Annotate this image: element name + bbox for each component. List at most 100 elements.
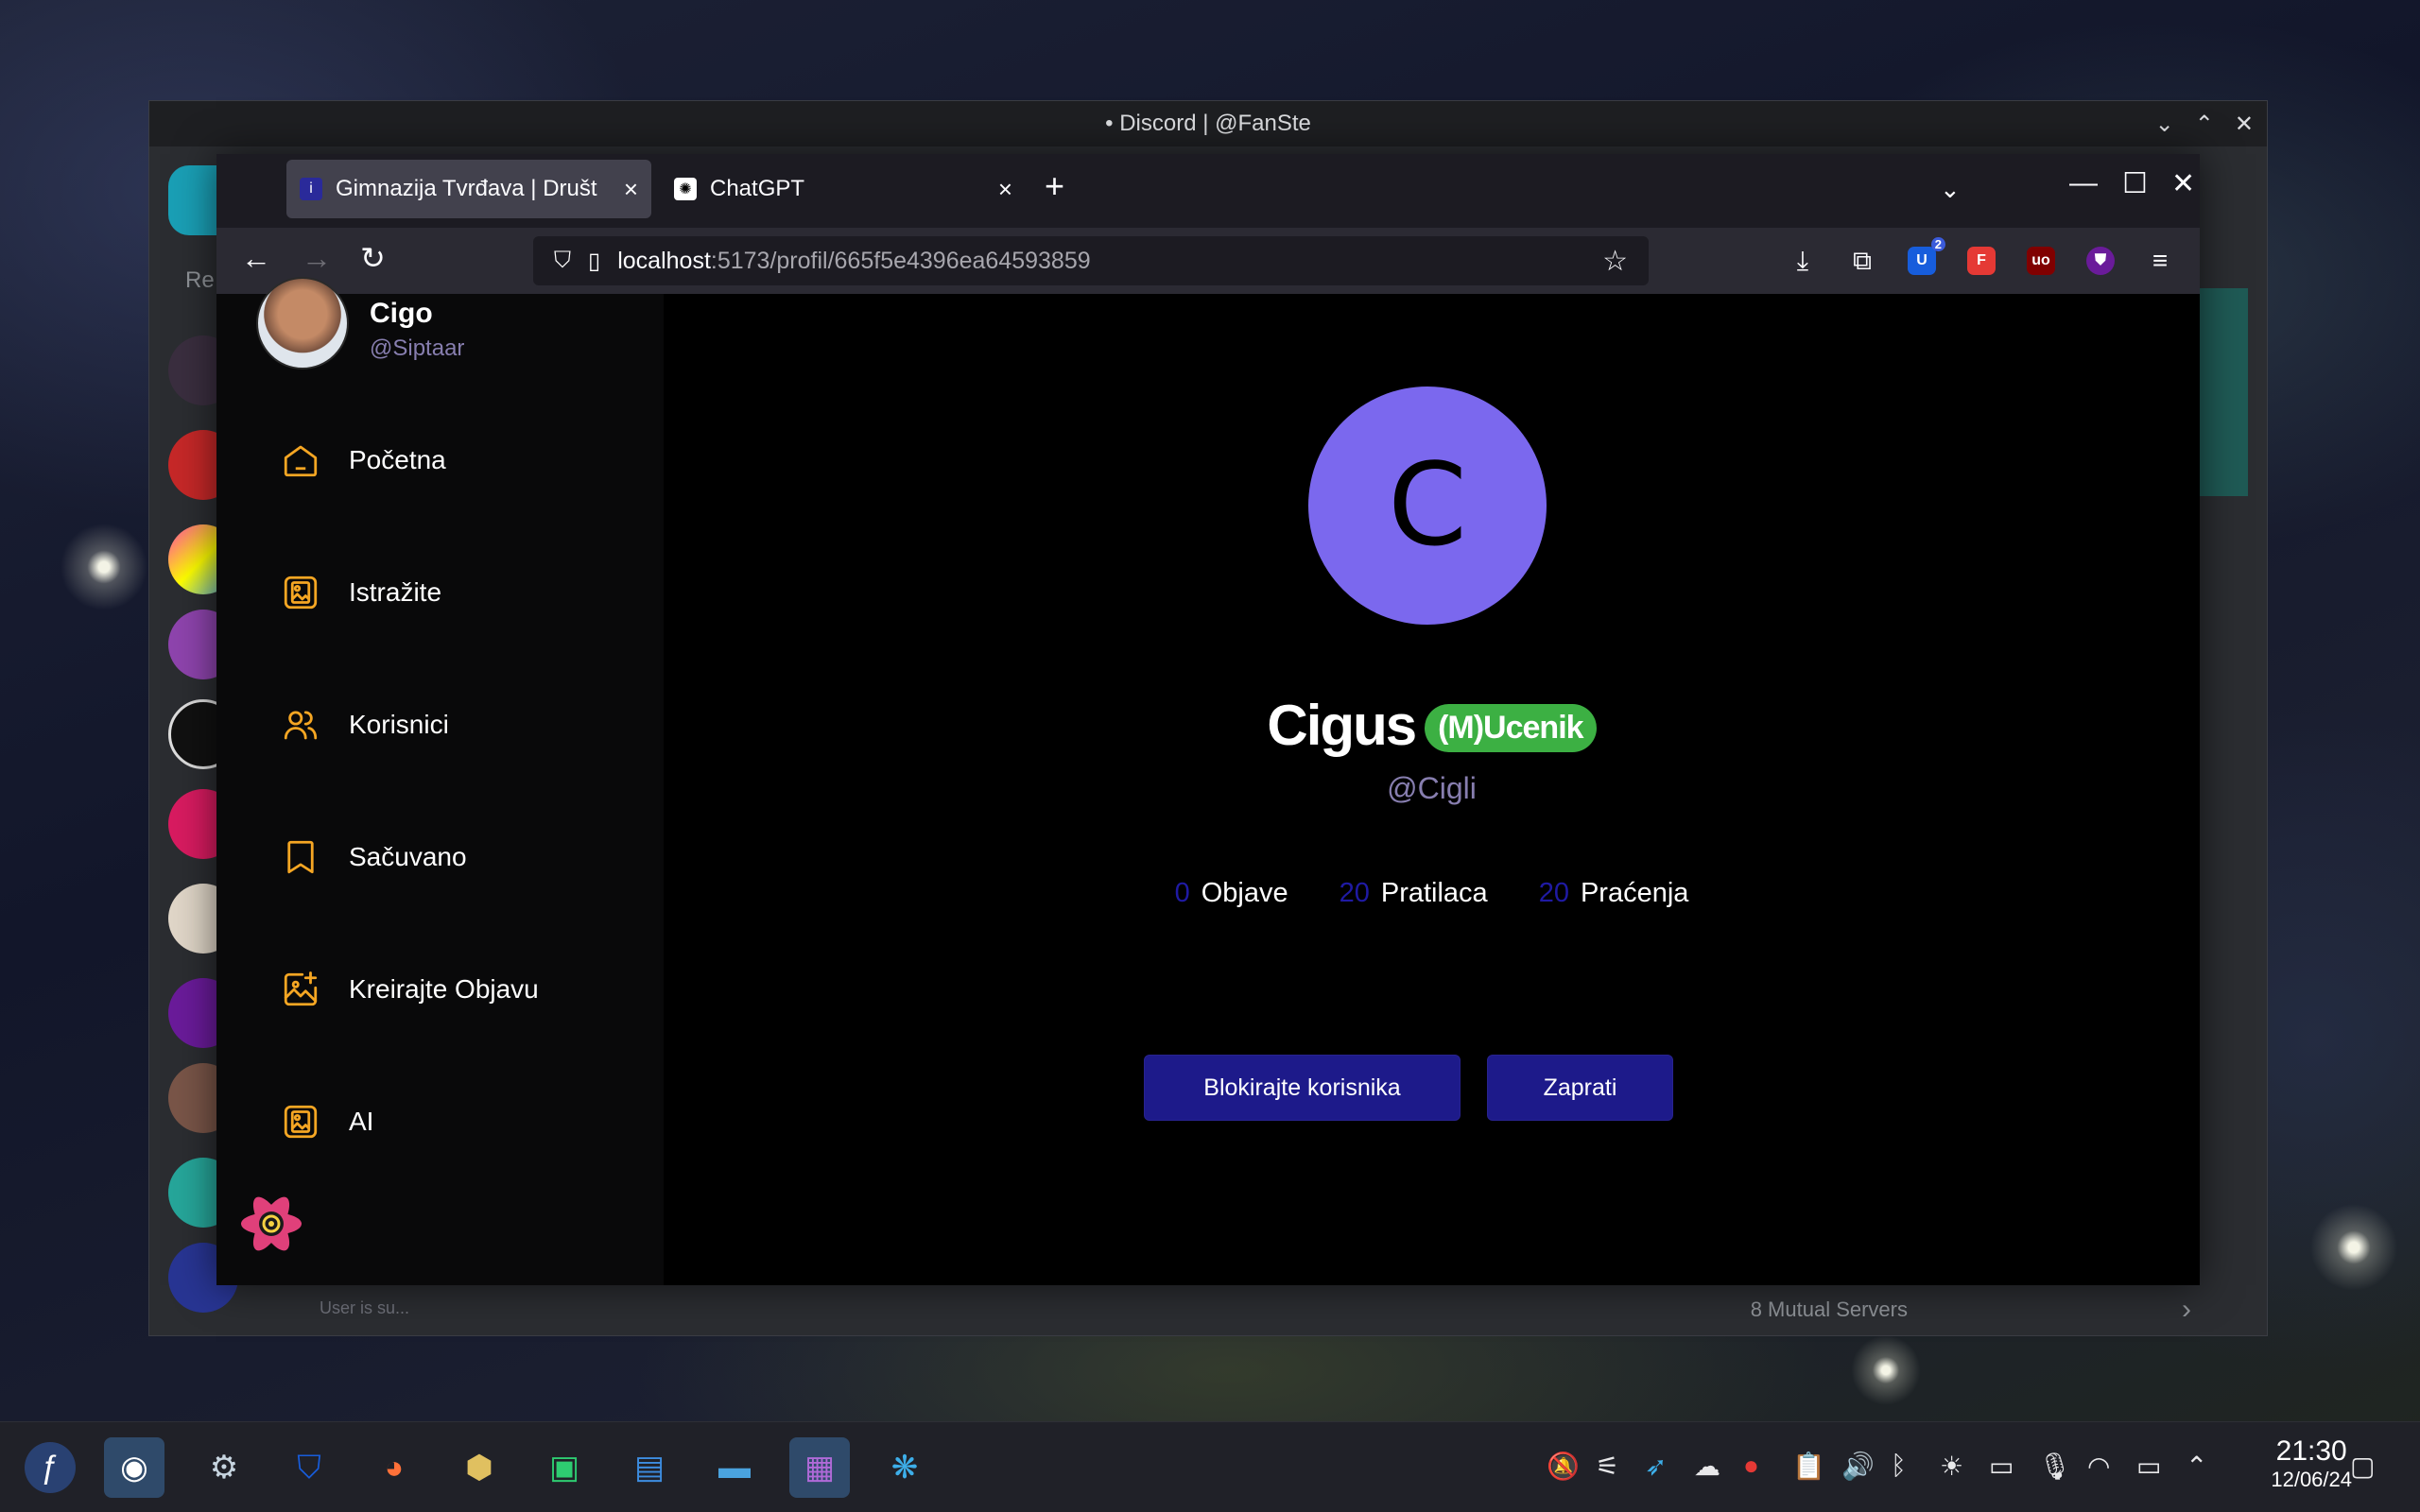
microphone-icon[interactable]: 🎙 [2038, 1451, 2072, 1482]
block-user-button[interactable]: Blokirajte korisnika [1144, 1055, 1461, 1121]
avatar[interactable] [256, 277, 349, 369]
show-desktop-icon[interactable]: ▢ [2350, 1451, 2375, 1482]
stat-followers[interactable]: 20 Pratilaca [1340, 878, 1488, 909]
fedora-launcher-icon[interactable]: ƒ [25, 1442, 76, 1493]
clock-time: 21:30 [2275, 1435, 2347, 1467]
discord-rail-label: Re [185, 267, 215, 293]
bluetooth-icon[interactable]: ᛒ [1891, 1451, 1907, 1481]
taskbar: ƒ ◉ ⚙ ⛉ ◕ ⬢ ▣ ▤ ▬ ▦ ❋ 🔕 ⚟ ➶ ☁ ● 📋 🔊 ᛒ ☀ … [0, 1421, 2420, 1512]
extensions-icon[interactable]: ⧉ [1842, 241, 1882, 281]
clipboard-icon[interactable]: 📋 [1792, 1451, 1825, 1482]
web-page: Cigo @Siptaar Početna Istražite Korisnic… [216, 277, 2200, 1285]
kde-connect-icon[interactable]: ⚟ [1596, 1451, 1619, 1482]
bitwarden-extension-icon[interactable]: U2 [1902, 237, 1945, 281]
kde-app-icon[interactable]: ❋ [874, 1437, 935, 1498]
cloud-icon[interactable]: ☁ [1694, 1451, 1720, 1482]
bitwarden-icon[interactable]: ⛉ [279, 1437, 339, 1498]
minimize-icon[interactable]: ⌄ [2155, 111, 2174, 138]
sidebar-item-pocetna[interactable]: Početna [281, 440, 446, 480]
vscode-icon[interactable]: ▦ [789, 1437, 850, 1498]
address-bar[interactable]: ⛉ ▯ localhost:5173/profil/665f5e4396ea64… [533, 236, 1649, 285]
extension-purple-icon[interactable]: ⛊ [2081, 241, 2120, 281]
maximize-icon[interactable]: ⌃ [2195, 111, 2214, 138]
discord-user-status: User is su... [320, 1298, 410, 1317]
profile-avatar: C [1308, 387, 1547, 625]
sidebar-item-label: AI [349, 1107, 374, 1136]
home-icon [284, 445, 318, 477]
terminal-icon[interactable]: ▣ [534, 1437, 595, 1498]
brightness-icon[interactable]: ☀ [1940, 1451, 1963, 1482]
tab-gimnazija[interactable]: i Gimnazija Tvrđava | Društ × [286, 160, 651, 218]
system-clock[interactable]: 21:30 12/06/24 [2271, 1435, 2352, 1492]
sidebar-item-label: Početna [349, 445, 446, 474]
battery-icon[interactable]: ▭ [2136, 1451, 2161, 1482]
image-add-icon [284, 971, 318, 1006]
close-icon[interactable]: ✕ [2171, 167, 2195, 200]
sidebar-item-istrazite[interactable]: Istražite [281, 573, 441, 612]
tray-expand-icon[interactable]: ⌃ [2186, 1451, 2207, 1482]
send-icon[interactable]: ➶ [1645, 1451, 1667, 1482]
stat-posts[interactable]: 0 Objave [1175, 878, 1288, 909]
sidebar-item-sacuvano[interactable]: Sačuvano [281, 837, 467, 877]
shield-icon[interactable]: ⛉ [554, 248, 571, 274]
ublock-origin-icon[interactable]: uo [2021, 241, 2061, 281]
sidebar-profile[interactable]: Cigo @Siptaar [256, 277, 464, 369]
bookmark-star-icon[interactable]: ☆ [1602, 245, 1628, 278]
wallpaper-light [57, 520, 151, 614]
sidebar-item-kreirajte-objavu[interactable]: Kreirajte Objavu [281, 970, 539, 1009]
wifi-icon[interactable]: ◠ [2087, 1451, 2110, 1482]
stat-value: 20 [1538, 878, 1569, 908]
cube-app-icon[interactable]: ⬢ [449, 1437, 510, 1498]
file-manager-icon[interactable]: ▬ [704, 1437, 765, 1498]
url-host: localhost [617, 247, 711, 274]
discord-app-icon[interactable]: ◉ [104, 1437, 164, 1498]
close-tab-icon[interactable]: × [998, 175, 1012, 204]
firefox-icon[interactable]: ◕ [364, 1437, 424, 1498]
download-icon[interactable]: ⤓ [1783, 241, 1823, 281]
gimnazija-favicon-icon: i [300, 178, 322, 200]
url-path: :5173/profil/665f5e4396ea64593859 [710, 247, 1091, 274]
back-arrow-icon[interactable]: ← [241, 243, 271, 273]
reload-icon[interactable]: ↻ [360, 243, 386, 273]
chevron-right-icon[interactable]: › [2182, 1294, 2191, 1326]
profile-stats: 0 Objave 20 Pratilaca 20 Praćenja [664, 878, 2200, 909]
follow-button[interactable]: Zaprati [1487, 1055, 1673, 1121]
browser-window: i Gimnazija Tvrđava | Društ × ✺ ChatGPT … [216, 154, 2200, 1285]
react-devtools-icon[interactable] [237, 1190, 305, 1258]
volume-icon[interactable]: 🔊 [1841, 1451, 1875, 1482]
profile-handle: @Cigli [1387, 771, 1477, 805]
tab-bar: i Gimnazija Tvrđava | Društ × ✺ ChatGPT … [216, 154, 2200, 228]
steam-icon[interactable]: ⚙ [194, 1437, 254, 1498]
storage-icon[interactable]: ▭ [1989, 1451, 2014, 1482]
clock-date: 12/06/24 [2271, 1468, 2352, 1491]
new-tab-icon[interactable]: + [1045, 169, 1064, 203]
avatar-initial: C [1388, 439, 1467, 572]
page-info-icon[interactable]: ▯ [588, 248, 600, 275]
maximize-icon[interactable]: ☐ [2122, 167, 2148, 200]
sidebar-item-label: Istražite [349, 577, 442, 607]
sidebar-item-korisnici[interactable]: Korisnici [281, 705, 449, 745]
stat-label: Pratilaca [1380, 878, 1488, 908]
tab-chatgpt[interactable]: ✺ ChatGPT × [661, 160, 1026, 218]
close-icon[interactable]: ✕ [2235, 111, 2254, 138]
forward-arrow-icon[interactable]: → [302, 243, 332, 273]
hamburger-menu-icon[interactable]: ≡ [2140, 241, 2180, 281]
tab-list-chevron-icon[interactable]: ⌄ [1940, 175, 1961, 204]
profile-main: C Cigus (M)Ucenik @Cigli 0 Objave 20 Prati… [664, 294, 2200, 1285]
recording-icon[interactable]: ● [1743, 1451, 1759, 1481]
close-tab-icon[interactable]: × [624, 175, 638, 204]
extension-badge-count: 2 [1930, 237, 1945, 251]
tab-title: Gimnazija Tvrđava | Društ [336, 176, 597, 201]
app-sidebar: Cigo @Siptaar Početna Istražite Korisnic… [216, 277, 664, 1285]
mutual-servers-label[interactable]: 8 Mutual Servers [1751, 1297, 1908, 1322]
sidebar-item-ai[interactable]: AI [281, 1102, 373, 1142]
extension-red-icon[interactable]: F [1962, 241, 2001, 281]
sidebar-item-label: Korisnici [349, 710, 449, 739]
minimize-icon[interactable]: — [2069, 167, 2098, 199]
software-store-icon[interactable]: ▤ [619, 1437, 680, 1498]
role-badge: (M)Ucenik [1425, 704, 1597, 752]
profile-name-row: Cigus (M)Ucenik [664, 693, 2200, 758]
stat-value: 20 [1339, 878, 1370, 908]
notifications-off-icon[interactable]: 🔕 [1547, 1451, 1580, 1482]
stat-following[interactable]: 20 Praćenja [1539, 878, 1689, 909]
